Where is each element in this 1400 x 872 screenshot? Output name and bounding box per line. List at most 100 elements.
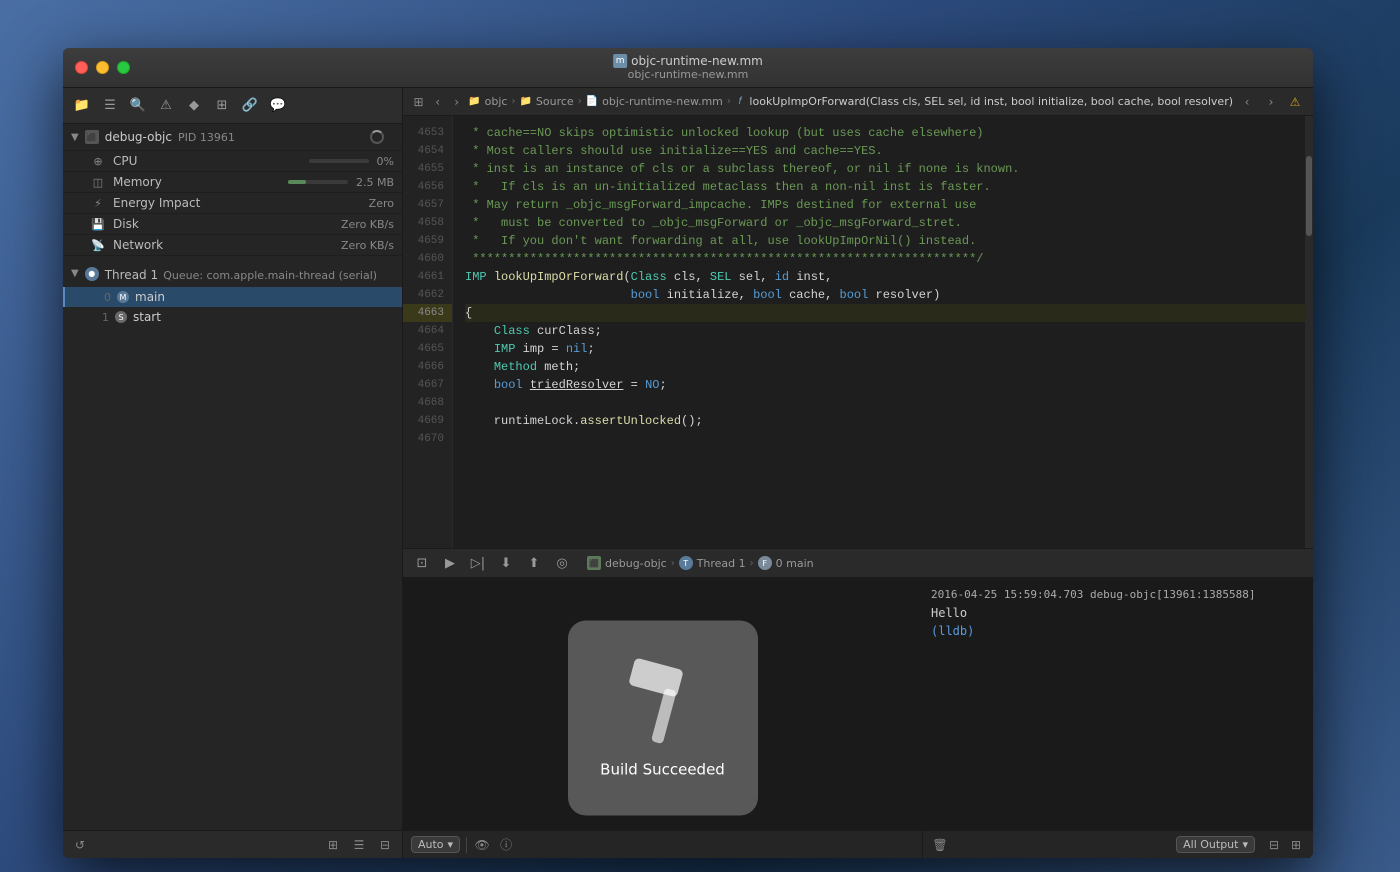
minimize-button[interactable]	[96, 61, 109, 74]
debug-continue-btn[interactable]: ▶	[439, 552, 461, 574]
disk-value: Zero KB/s	[341, 218, 394, 231]
breadcrumb-source[interactable]: Source	[536, 95, 574, 108]
line-num-4668: 4668	[403, 394, 452, 412]
network-label: Network	[113, 238, 333, 252]
code-line-4656: * If cls is an un-initialized metaclass …	[465, 178, 1305, 196]
disk-icon: 💾	[91, 217, 105, 231]
debug-thread-icon: T	[679, 556, 693, 570]
window-subtitle: objc-runtime-new.mm	[628, 68, 749, 81]
energy-icon: ⚡	[91, 196, 105, 210]
memory-bar	[288, 180, 348, 184]
cpu-label: CPU	[113, 154, 301, 168]
debug-crumb-arrow-2: ›	[750, 558, 754, 569]
thread-expand-arrow[interactable]: ▼	[71, 268, 79, 279]
debug-console: 2016-04-25 15:59:04.703 debug-objc[13961…	[923, 578, 1313, 858]
thread-1-row[interactable]: ▼ ● Thread 1 Queue: com.apple.main-threa…	[63, 260, 402, 287]
sidebar-spacer	[63, 331, 402, 830]
sidebar-chat-btn[interactable]: 💬	[267, 95, 289, 117]
sidebar-search-btn[interactable]: 🔍	[127, 95, 149, 117]
close-button[interactable]	[75, 61, 88, 74]
thread-info: Thread 1 Queue: com.apple.main-thread (s…	[105, 264, 377, 283]
debug-step-over-btn[interactable]: ▷|	[467, 552, 489, 574]
breadcrumb-nav-fwd[interactable]: ›	[1261, 92, 1281, 112]
debug-breadcrumb: ⬛ debug-objc › T Thread 1 › F 0 main	[587, 556, 814, 570]
frame-1-icon: S	[115, 311, 127, 323]
breadcrumb-source-folder-icon: 📁	[519, 95, 531, 109]
build-succeeded-text: Build Succeeded	[600, 760, 725, 778]
code-line-4654: * Most callers should use initialize==YE…	[465, 142, 1305, 160]
auto-select-btn[interactable]: Auto ▾	[411, 836, 460, 853]
sidebar-link-btn[interactable]: 🔗	[239, 95, 261, 117]
debug-location-btn[interactable]: ◎	[551, 552, 573, 574]
debug-toolbar: ⊡ ▶ ▷| ⬇ ⬆ ◎ ⬛ debug-objc › T Thread 1 ›…	[403, 548, 1313, 578]
code-scrollbar[interactable]	[1305, 116, 1313, 548]
debug-process-header[interactable]: ▼ ⬛ debug-objc PID 13961	[63, 124, 402, 151]
nav-forward-btn[interactable]: ›	[449, 92, 464, 112]
sidebar-grid-btn[interactable]: ⊞	[211, 95, 233, 117]
line-num-4655: 4655	[403, 160, 452, 178]
debug-console-content: 2016-04-25 15:59:04.703 debug-objc[13961…	[923, 578, 1313, 830]
bottom-split: Build Succeeded Auto ▾ 👁 ⓘ	[403, 578, 1313, 858]
output-arrow: ▾	[1242, 838, 1248, 851]
cpu-bar	[309, 159, 369, 163]
debug-step-into-btn[interactable]: ⬇	[495, 552, 517, 574]
console-info-btn[interactable]: ⓘ	[497, 836, 515, 854]
line-num-4654: 4654	[403, 142, 452, 160]
console-split-left-btn[interactable]: ⊟	[1265, 836, 1283, 854]
line-numbers: 4653 4654 4655 4656 4657 4658 4659 4660 …	[403, 116, 453, 548]
debug-step-out-btn[interactable]: ⬆	[523, 552, 545, 574]
nav-back-btn[interactable]: ‹	[430, 92, 445, 112]
breadcrumb-objc[interactable]: objc	[485, 95, 508, 108]
thread-status-icon: ●	[85, 267, 99, 281]
line-num-4660: 4660	[403, 250, 452, 268]
code-line-4666: Method meth;	[465, 358, 1305, 376]
code-line-4661: IMP lookUpImpOrForward(Class cls, SEL se…	[465, 268, 1305, 286]
debug-crumb-arrow-1: ›	[671, 558, 675, 569]
breadcrumb-nav-back[interactable]: ‹	[1237, 92, 1257, 112]
traffic-lights	[75, 61, 130, 74]
sidebar-diamond-btn[interactable]: ◆	[183, 95, 205, 117]
console-split-right-btn[interactable]: ⊞	[1287, 836, 1305, 854]
sidebar-list-btn[interactable]: ☰	[99, 95, 121, 117]
debug-frame-name: 0 main	[776, 557, 814, 570]
sidebar-warning-btn[interactable]: ⚠	[155, 95, 177, 117]
breadcrumb-function[interactable]: lookUpImpOrForward(Class cls, SEL sel, i…	[749, 95, 1233, 108]
breadcrumb-filename[interactable]: objc-runtime-new.mm	[602, 95, 723, 108]
code-line-4657: * May return _objc_msgForward_impcache. …	[465, 196, 1305, 214]
console-eye-btn[interactable]: 👁	[473, 836, 491, 854]
sidebar-bottom-list[interactable]: ☰	[350, 836, 368, 854]
debug-project-name: debug-objc	[605, 557, 667, 570]
sidebar-folder-btn[interactable]: 📁	[71, 95, 93, 117]
breadcrumb-right-btns: ‹ › ⚠	[1237, 92, 1305, 112]
stack-frame-1[interactable]: 1 S start	[63, 307, 402, 327]
frame-0-num: 0	[97, 291, 111, 304]
console-clear-btn[interactable]: 🗑	[931, 836, 949, 854]
maximize-button[interactable]	[117, 61, 130, 74]
line-num-4666: 4666	[403, 358, 452, 376]
code-line-4670	[465, 430, 1305, 448]
debug-frame-icon: F	[758, 556, 772, 570]
console-toggle-btn[interactable]: ⊡	[411, 552, 433, 574]
disk-label: Disk	[113, 217, 333, 231]
sidebar-bottom-grid[interactable]: ⊞	[324, 836, 342, 854]
line-num-4657: 4657	[403, 196, 452, 214]
frame-1-name: start	[133, 310, 161, 324]
sidebar: 📁 ☰ 🔍 ⚠ ◆ ⊞ 🔗 💬 ▼ ⬛ debug-objc PID 13961	[63, 88, 403, 858]
cpu-icon: ⊕	[91, 154, 105, 168]
all-output-select[interactable]: All Output ▾	[1176, 836, 1255, 853]
sidebar-bottom-refresh[interactable]: ↺	[71, 836, 89, 854]
expand-arrow[interactable]: ▼	[71, 132, 79, 143]
code-line-4660: ****************************************…	[465, 250, 1305, 268]
sidebar-bottom-split[interactable]: ⊟	[376, 836, 394, 854]
code-line-4653: * cache==NO skips optimistic unlocked lo…	[465, 124, 1305, 142]
stack-frame-0[interactable]: 0 M main	[63, 287, 402, 307]
thread-name: Thread 1	[105, 268, 158, 282]
code-line-4663: {	[465, 304, 1305, 322]
code-line-4662: bool initialize, bool cache, bool resolv…	[465, 286, 1305, 304]
code-editor[interactable]: 4653 4654 4655 4656 4657 4658 4659 4660 …	[403, 116, 1313, 548]
sidebar-toolbar: 📁 ☰ 🔍 ⚠ ◆ ⊞ 🔗 💬	[63, 88, 402, 124]
memory-value: 2.5 MB	[356, 176, 394, 189]
code-scrollbar-thumb[interactable]	[1306, 156, 1312, 236]
code-view-btn[interactable]: ⊞	[411, 92, 426, 112]
code-content[interactable]: * cache==NO skips optimistic unlocked lo…	[453, 116, 1305, 548]
